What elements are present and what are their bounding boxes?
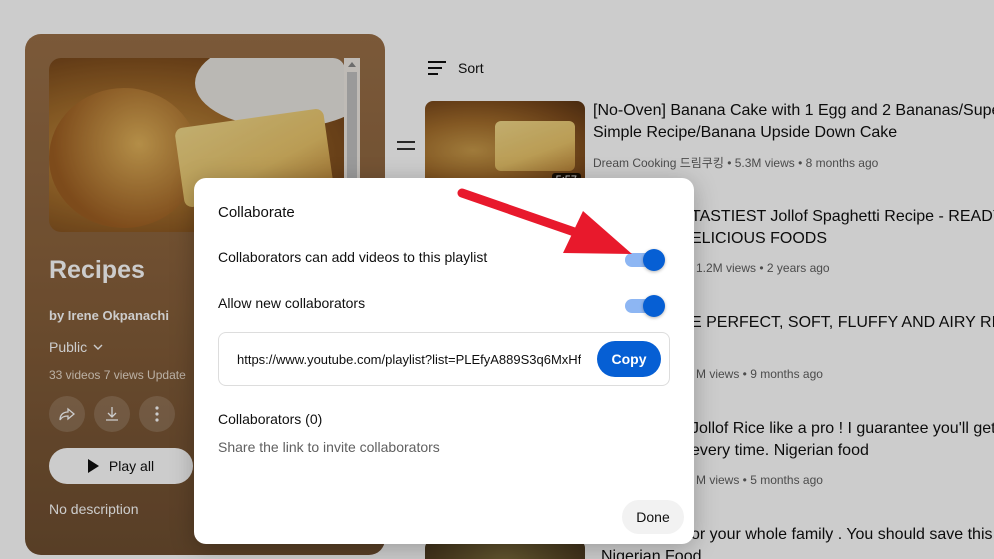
allow-collaborators-toggle[interactable] — [625, 295, 665, 317]
dialog-title: Collaborate — [218, 204, 295, 221]
add-videos-label: Collaborators can add videos to this pla… — [218, 249, 488, 265]
collaborators-hint: Share the link to invite collaborators — [218, 439, 440, 455]
allow-collaborators-label: Allow new collaborators — [218, 295, 366, 311]
copy-button[interactable]: Copy — [597, 341, 661, 377]
add-videos-toggle[interactable] — [625, 249, 665, 271]
toggle-knob — [643, 249, 665, 271]
toggle-knob — [643, 295, 665, 317]
done-button[interactable]: Done — [622, 500, 684, 534]
collaborate-dialog: Collaborate Collaborators can add videos… — [194, 178, 694, 544]
invite-link[interactable]: https://www.youtube.com/playlist?list=PL… — [237, 352, 581, 367]
invite-link-box: https://www.youtube.com/playlist?list=PL… — [218, 332, 670, 386]
collaborators-count: Collaborators (0) — [218, 411, 323, 427]
